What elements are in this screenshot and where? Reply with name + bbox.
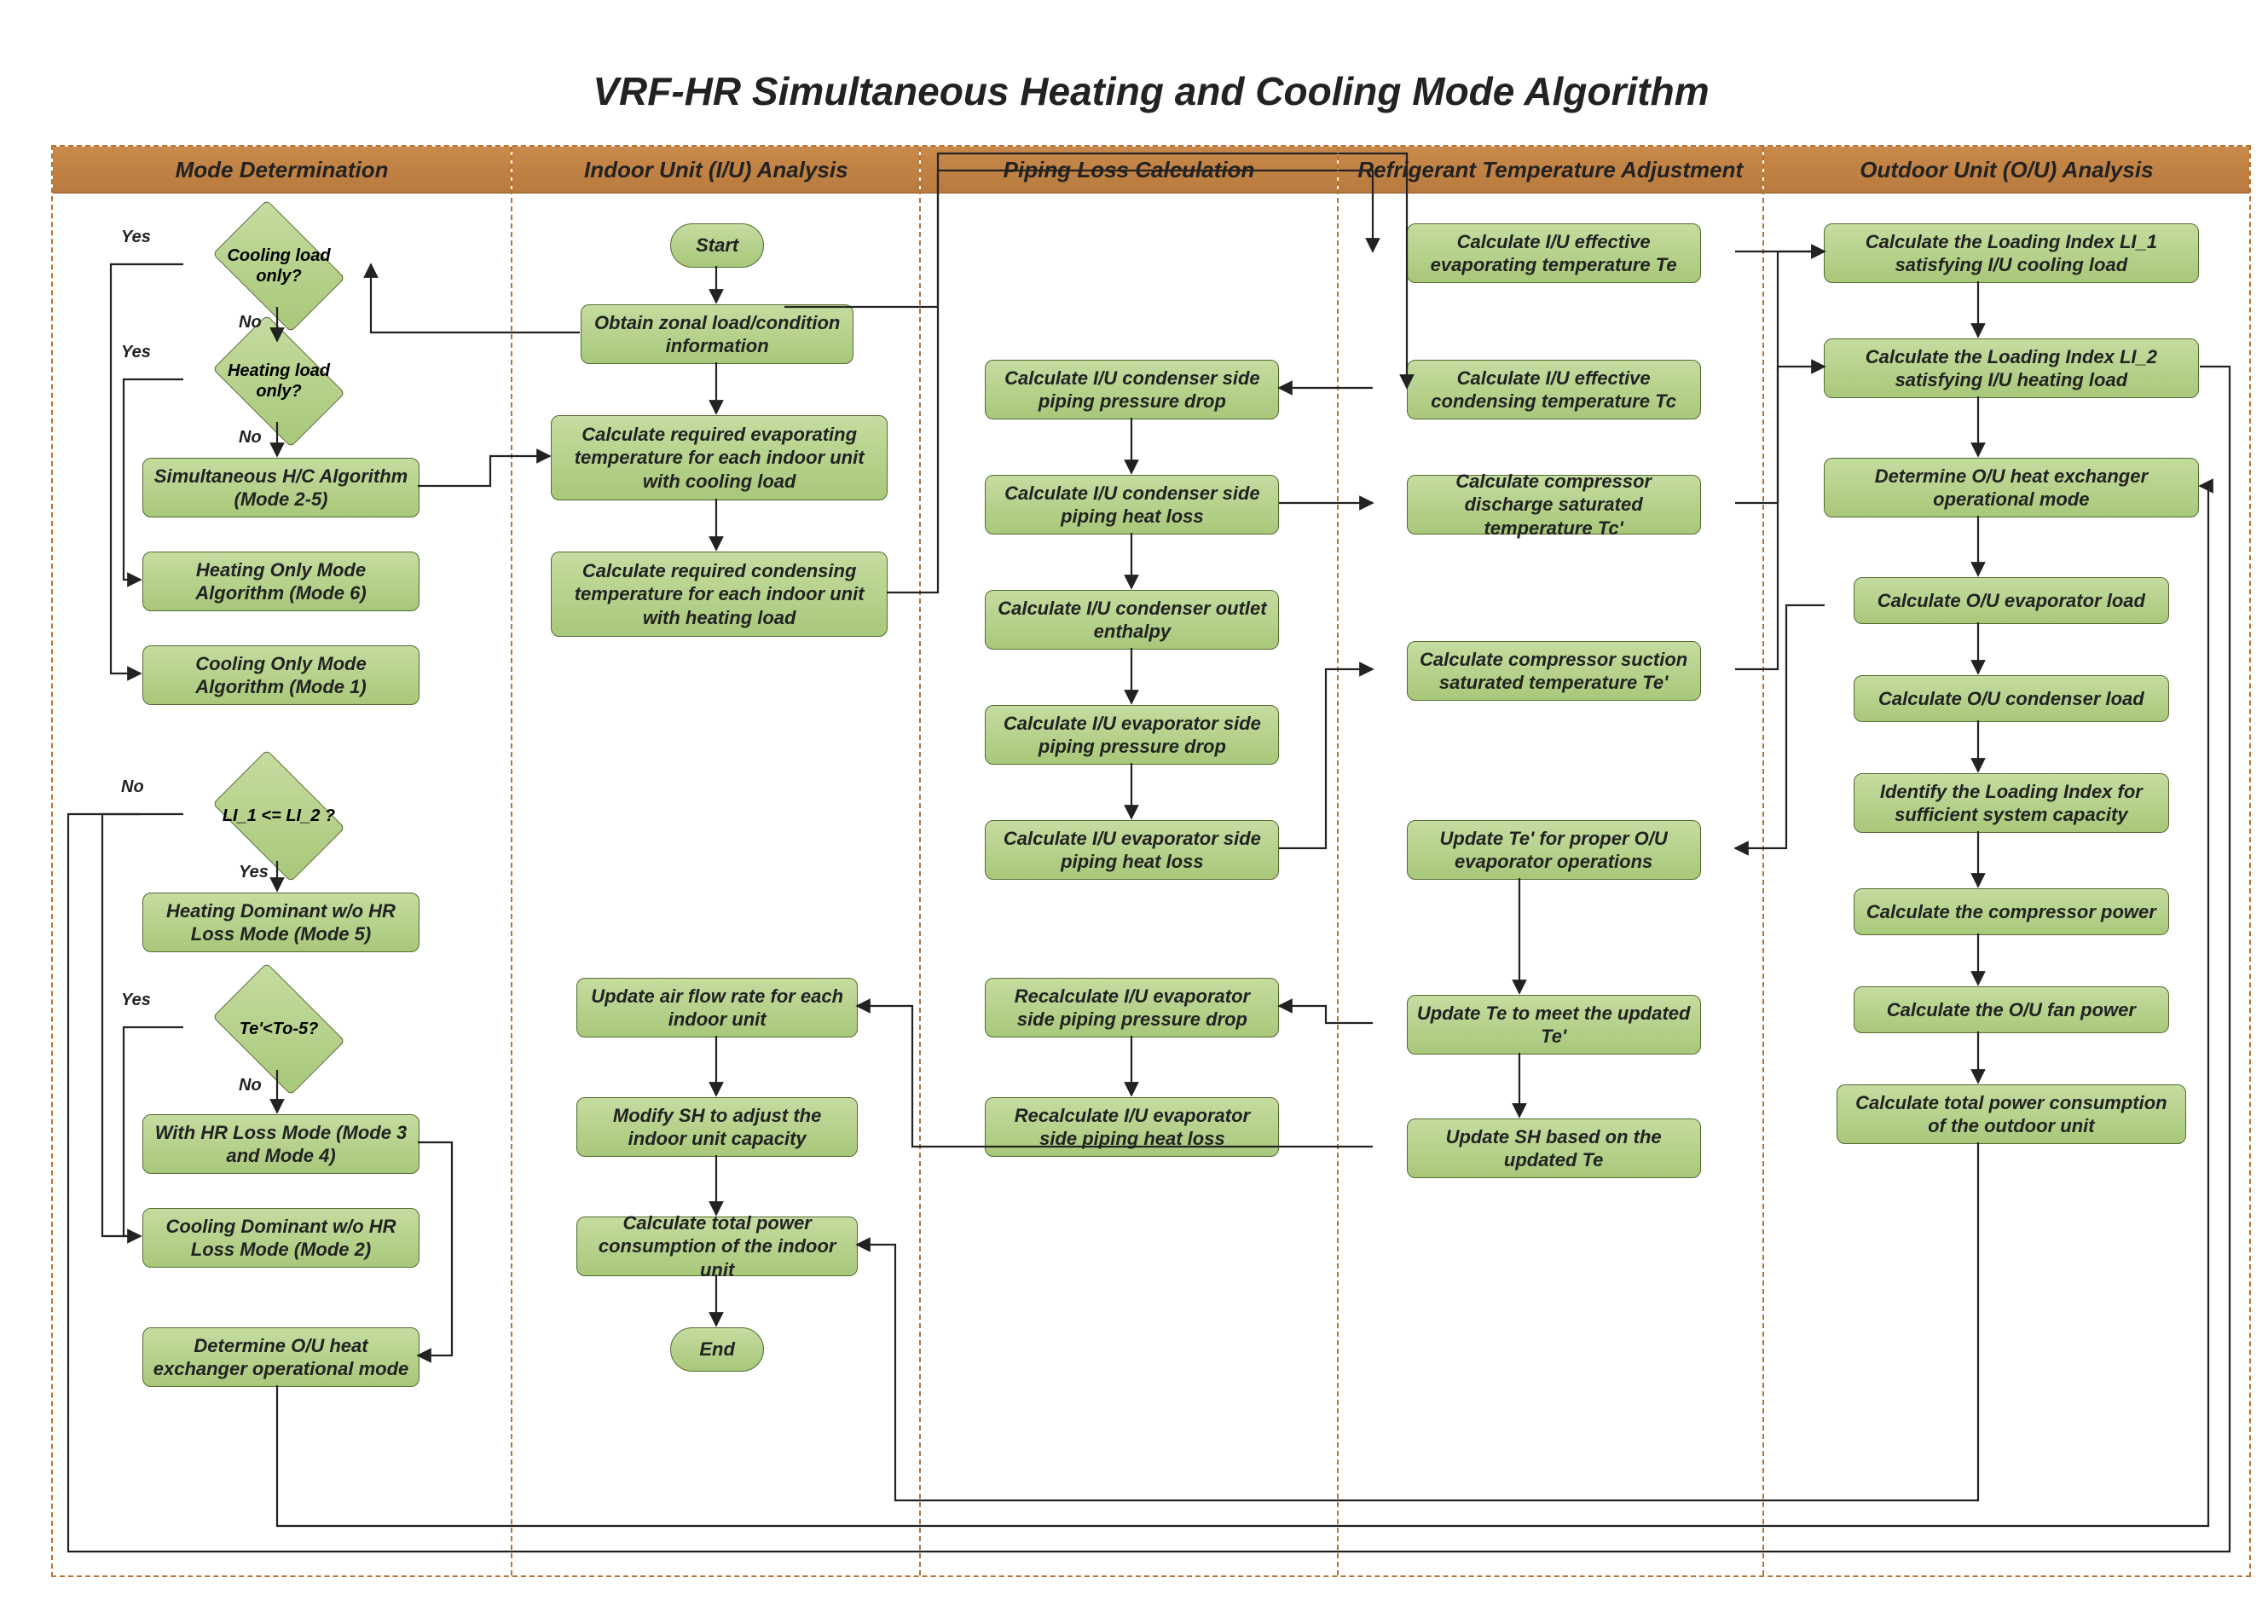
node-r-upd-te: Update Te to meet the updated Te' xyxy=(1407,995,1701,1055)
node-mode5: Heating Dominant w/o HR Loss Mode (Mode … xyxy=(142,893,419,952)
node-p-cond-pd: Calculate I/U condenser side piping pres… xyxy=(985,360,1279,419)
node-modify-sh: Modify SH to adjust the indoor unit capa… xyxy=(576,1097,858,1157)
lane-indoor-unit: Indoor Unit (I/U) Analysis Start Obtain … xyxy=(512,147,921,1575)
lane-outdoor-unit: Outdoor Unit (O/U) Analysis Calculate th… xyxy=(1764,147,2249,1575)
label-no: No xyxy=(239,1076,262,1095)
node-start: Start xyxy=(670,223,764,268)
node-p-evap-hl: Calculate I/U evaporator side piping hea… xyxy=(985,820,1279,880)
label-yes: Yes xyxy=(121,991,151,1010)
node-o-evap-load: Calculate O/U evaporator load xyxy=(1854,577,2169,624)
node-det-ou-hx: Determine O/U heat exchanger operational… xyxy=(142,1327,419,1387)
node-r-eff-te: Calculate I/U effective evaporating temp… xyxy=(1407,223,1701,283)
decision-li: LI_1 <= LI_2 ? xyxy=(185,773,373,858)
node-p-recalc-pd: Recalculate I/U evaporator side piping p… xyxy=(985,978,1279,1037)
node-cooling-only-mode: Cooling Only Mode Algorithm (Mode 1) xyxy=(142,645,419,705)
node-o-li2: Calculate the Loading Index LI_2 satisfy… xyxy=(1824,338,2199,398)
lane-header: Refrigerant Temperature Adjustment xyxy=(1339,147,1762,194)
node-p-recalc-hl: Recalculate I/U evaporator side piping h… xyxy=(985,1097,1279,1157)
decision-cooling-only: Cooling load only? xyxy=(185,223,373,309)
node-mode2: Cooling Dominant w/o HR Loss Mode (Mode … xyxy=(142,1208,419,1268)
label-no: No xyxy=(121,777,144,797)
node-end: End xyxy=(670,1327,764,1372)
node-update-airflow: Update air flow rate for each indoor uni… xyxy=(576,978,858,1037)
node-o-li-suff: Identify the Loading Index for sufficien… xyxy=(1854,773,2169,833)
label-no: No xyxy=(239,313,262,332)
node-r-tc-prime: Calculate compressor discharge saturated… xyxy=(1407,475,1701,535)
node-r-eff-tc: Calculate I/U effective condensing tempe… xyxy=(1407,360,1701,419)
lane-piping-loss: Piping Loss Calculation Calculate I/U co… xyxy=(921,147,1338,1575)
node-o-fan-pwr: Calculate the O/U fan power xyxy=(1854,986,2169,1033)
node-mode34: With HR Loss Mode (Mode 3 and Mode 4) xyxy=(142,1114,419,1174)
node-o-total-pwr: Calculate total power consumption of the… xyxy=(1837,1084,2186,1144)
node-simul-hc: Simultaneous H/C Algorithm (Mode 2-5) xyxy=(142,458,419,517)
node-o-li1: Calculate the Loading Index LI_1 satisfy… xyxy=(1824,223,2199,283)
diagram-title: VRF-HR Simultaneous Heating and Cooling … xyxy=(17,68,2268,114)
lane-header: Outdoor Unit (O/U) Analysis xyxy=(1764,147,2249,194)
lane-header: Mode Determination xyxy=(53,147,511,194)
node-o-comp-pwr: Calculate the compressor power xyxy=(1854,888,2169,935)
lane-refrigerant-temp: Refrigerant Temperature Adjustment Calcu… xyxy=(1339,147,1764,1575)
node-p-cond-hl: Calculate I/U condenser side piping heat… xyxy=(985,475,1279,535)
label-yes: Yes xyxy=(239,863,269,882)
node-r-te-prime: Calculate compressor suction saturated t… xyxy=(1407,641,1701,701)
node-calc-total-iu: Calculate total power consumption of the… xyxy=(576,1217,858,1276)
decision-te: Te'<To-5? xyxy=(185,986,373,1072)
node-calc-req-cond: Calculate required condensing temperatur… xyxy=(551,552,888,637)
swimlanes: Mode Determination Cooling load only? He… xyxy=(51,145,2251,1577)
decision-heating-only: Heating load only? xyxy=(185,338,373,424)
node-obtain-zonal: Obtain zonal load/condition information xyxy=(581,304,853,364)
node-p-evap-pd: Calculate I/U evaporator side piping pre… xyxy=(985,705,1279,765)
lane-header: Indoor Unit (I/U) Analysis xyxy=(512,147,919,194)
label-yes: Yes xyxy=(121,343,151,362)
label-no: No xyxy=(239,428,262,448)
node-r-upd-te-prime: Update Te' for proper O/U evaporator ope… xyxy=(1407,820,1701,880)
label-yes: Yes xyxy=(121,228,151,247)
node-heating-only-mode: Heating Only Mode Algorithm (Mode 6) xyxy=(142,552,419,611)
node-p-cond-out-h: Calculate I/U condenser outlet enthalpy xyxy=(985,590,1279,650)
node-r-upd-sh: Update SH based on the updated Te xyxy=(1407,1118,1701,1178)
node-o-cond-load: Calculate O/U condenser load xyxy=(1854,675,2169,722)
node-calc-req-evap: Calculate required evaporating temperatu… xyxy=(551,415,888,500)
lane-header: Piping Loss Calculation xyxy=(921,147,1336,194)
node-o-det-hx: Determine O/U heat exchanger operational… xyxy=(1824,458,2199,517)
lane-mode-determination: Mode Determination Cooling load only? He… xyxy=(53,147,512,1575)
